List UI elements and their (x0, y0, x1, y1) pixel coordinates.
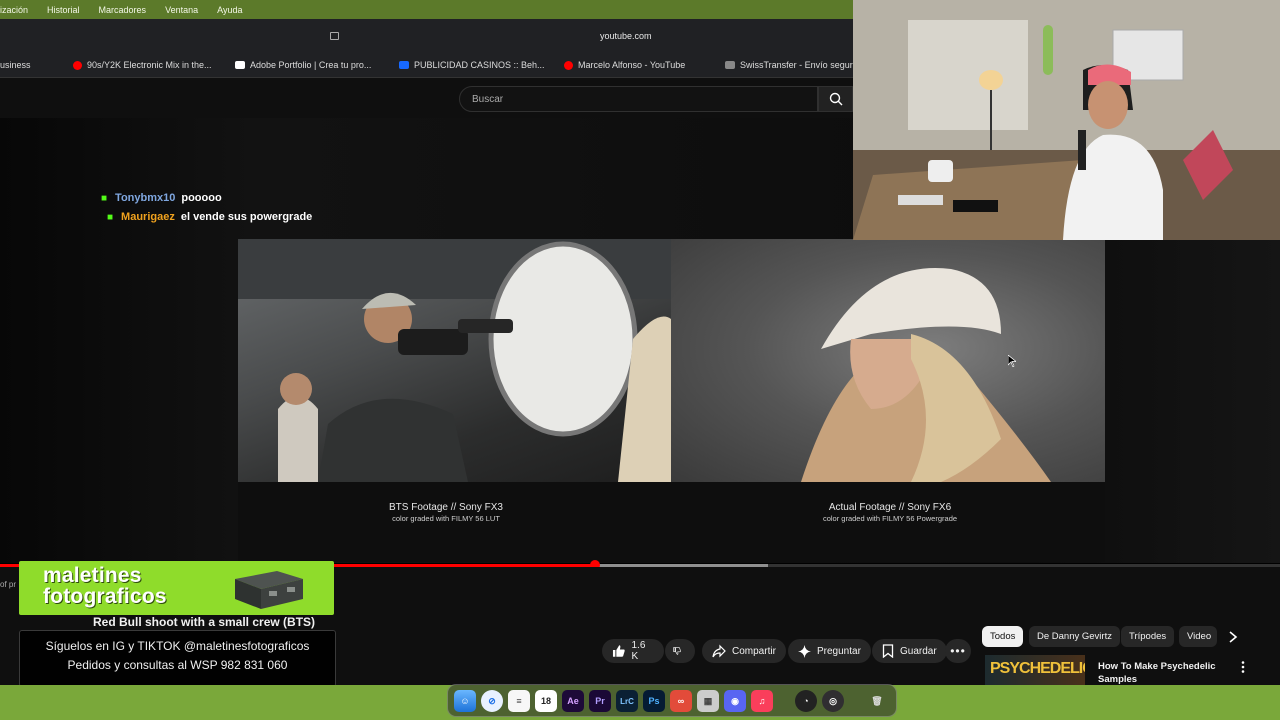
search-icon (829, 92, 842, 106)
lightroom-classic-icon[interactable]: LrC (616, 690, 638, 712)
sparkle-icon (798, 644, 811, 658)
thumbs-down-icon (673, 647, 681, 655)
address-bar: youtube.com (0, 19, 853, 52)
thumbs-up-icon (612, 645, 625, 657)
music-icon[interactable]: ♫ (751, 690, 773, 712)
brand-line2: fotograficos (43, 585, 167, 608)
bts-footage-image (238, 239, 671, 482)
calendar-icon[interactable]: 18 (535, 690, 557, 712)
more-icon: ••• (950, 644, 966, 658)
chip-tripods[interactable]: Trípodes (1121, 626, 1175, 647)
behance-icon (399, 61, 409, 69)
search-input[interactable]: Buscar (459, 86, 818, 112)
archive-utility-icon[interactable]: ▦ (697, 690, 719, 712)
url-text[interactable]: youtube.com (600, 31, 652, 41)
promo-line2: Pedidos y consultas al WSP 982 831 060 (67, 658, 288, 672)
chip-from-creator[interactable]: De Danny Gevirtz (1029, 626, 1120, 647)
bts-caption: BTS Footage // Sony FX3 color graded wit… (389, 502, 503, 523)
kick-icon: ■ (101, 192, 108, 204)
bookmark-item[interactable]: PUBLICIDAD CASINOS :: Beh... (399, 60, 545, 70)
chat-text: el vende sus powergrade (180, 211, 313, 223)
ask-button[interactable]: Preguntar (788, 639, 871, 663)
promo-box: Síguelos en IG y TIKTOK @maletinesfotogr… (19, 630, 336, 687)
related-video-title[interactable]: How To Make Psychedelic Samples (1098, 660, 1218, 685)
actual-footage-image (671, 239, 1105, 482)
webcam-overlay (853, 0, 1280, 240)
bookmark-item[interactable]: Marcelo Alfonso - YouTube (564, 60, 685, 70)
youtube-header: Buscar (0, 78, 853, 118)
notes-icon[interactable]: ≡ (508, 690, 530, 712)
chat-username: Tonybmx10 (115, 192, 176, 204)
safari-icon[interactable]: ⊘ (481, 690, 503, 712)
chat-message: ■ Tonybmx10 pooooo (101, 192, 222, 204)
after-effects-icon[interactable]: Ae (562, 690, 584, 712)
menubar: ización Historial Marcadores Ventana Ayu… (0, 0, 853, 19)
mouse-cursor-icon (1008, 355, 1016, 367)
menu-item-view[interactable]: ización (0, 5, 28, 15)
more-actions-button[interactable]: ••• (945, 639, 971, 663)
related-video-thumbnail[interactable]: PSYCHEDELIC (985, 655, 1085, 685)
bookmark-item[interactable]: SwissTransfer - Envío seguro (725, 60, 858, 70)
dock: ☺ ⊘ ≡ 18 Ae Pr LrC Ps ∞ ▦ ◉ ♫ ◔ ◎ 🗑 (447, 684, 897, 717)
kebab-menu-icon[interactable] (1241, 661, 1245, 673)
discord-icon[interactable]: ◉ (724, 690, 746, 712)
menu-item-bookmarks[interactable]: Marcadores (99, 5, 147, 15)
chip-video[interactable]: Video (1179, 626, 1217, 647)
video-frame: BTS Footage // Sony FX3 color graded wit… (238, 239, 1105, 562)
bookmark-item[interactable]: usiness (0, 60, 31, 70)
finder-icon[interactable]: ☺ (454, 690, 476, 712)
bookmark-item[interactable]: Adobe Portfolio | Crea tu pro... (235, 60, 371, 70)
actual-caption: Actual Footage // Sony FX6 color graded … (822, 502, 958, 523)
share-button[interactable]: Compartir (702, 639, 786, 663)
bookmarks-bar: usiness 90s/Y2K Electronic Mix in the...… (0, 52, 858, 78)
share-icon (712, 644, 726, 658)
premiere-icon[interactable]: Pr (589, 690, 611, 712)
trash-icon[interactable]: 🗑 (866, 690, 888, 712)
obs-icon[interactable]: ◎ (822, 690, 844, 712)
youtube-icon (564, 60, 573, 70)
search-button[interactable] (818, 86, 853, 112)
kick-icon: ■ (107, 211, 114, 223)
photoshop-icon[interactable]: Ps (643, 690, 665, 712)
menu-item-history[interactable]: Historial (47, 5, 80, 15)
swisstransfer-icon (725, 61, 735, 69)
promo-line1: Síguelos en IG y TIKTOK @maletinesfotogr… (45, 639, 310, 653)
video-title: Red Bull shoot with a small crew (BTS) (93, 615, 316, 629)
chat-username: Maurigaez (121, 211, 175, 223)
partial-text: of pr (0, 580, 17, 589)
youtube-icon (73, 60, 82, 70)
site-settings-icon[interactable] (330, 32, 339, 40)
dislike-button[interactable] (665, 639, 695, 663)
camera-case-image (235, 571, 303, 609)
menu-item-window[interactable]: Ventana (165, 5, 198, 15)
chat-message: ■ Maurigaez el vende sus powergrade (107, 211, 312, 223)
sponsor-banner: maletines fotograficos (19, 561, 334, 615)
bookmark-item[interactable]: 90s/Y2K Electronic Mix in the... (73, 60, 212, 70)
like-button[interactable]: 1.6 K (602, 639, 664, 663)
adobe-portfolio-icon (235, 61, 245, 69)
chevron-right-icon[interactable] (1228, 631, 1238, 643)
chip-all[interactable]: Todos (982, 626, 1024, 647)
bookmark-icon (882, 644, 894, 658)
chat-text: pooooo (181, 192, 222, 204)
activity-monitor-icon[interactable]: ◔ (795, 690, 817, 712)
save-button[interactable]: Guardar (872, 639, 947, 663)
menu-item-help[interactable]: Ayuda (217, 5, 242, 15)
creative-cloud-icon[interactable]: ∞ (670, 690, 692, 712)
